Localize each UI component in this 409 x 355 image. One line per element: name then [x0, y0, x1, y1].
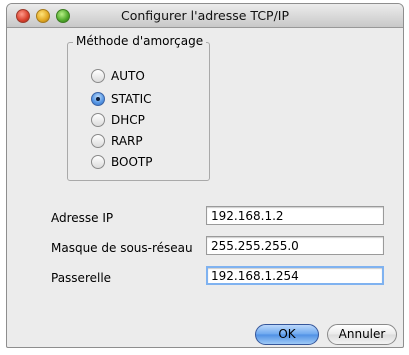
radio-label-dhcp: DHCP [111, 113, 145, 127]
ok-button[interactable]: OK [255, 324, 319, 345]
boot-method-label: Méthode d'amorçage [73, 34, 207, 48]
radio-auto[interactable]: AUTO [91, 68, 145, 84]
radio-button-rarp[interactable] [91, 134, 105, 148]
title-bar[interactable]: Configurer l'adresse TCP/IP [7, 4, 403, 28]
radio-dhcp[interactable]: DHCP [91, 112, 145, 128]
radio-label-bootp: BOOTP [111, 155, 153, 169]
subnet-mask-label: Masque de sous-réseau [51, 241, 193, 255]
radio-bootp[interactable]: BOOTP [91, 154, 152, 170]
gateway-label: Passerelle [51, 271, 112, 285]
radio-button-bootp[interactable] [91, 155, 105, 169]
radio-button-dhcp[interactable] [91, 113, 105, 127]
tcpip-dialog-window: Configurer l'adresse TCP/IP Méthode d'am… [6, 3, 404, 348]
radio-label-rarp: RARP [111, 134, 143, 148]
window-title: Configurer l'adresse TCP/IP [120, 8, 290, 23]
cancel-button[interactable]: Annuler [327, 324, 397, 345]
radio-static[interactable]: STATIC [91, 91, 152, 107]
gateway-input[interactable] [206, 266, 384, 285]
radio-label-auto: AUTO [111, 69, 145, 83]
radio-rarp[interactable]: RARP [91, 133, 143, 149]
radio-label-static: STATIC [111, 92, 152, 106]
ip-address-label: Adresse IP [51, 211, 114, 225]
ip-address-input[interactable] [206, 206, 384, 225]
subnet-mask-input[interactable] [206, 236, 384, 255]
radio-button-static[interactable] [91, 92, 105, 106]
radio-button-auto[interactable] [91, 69, 105, 83]
